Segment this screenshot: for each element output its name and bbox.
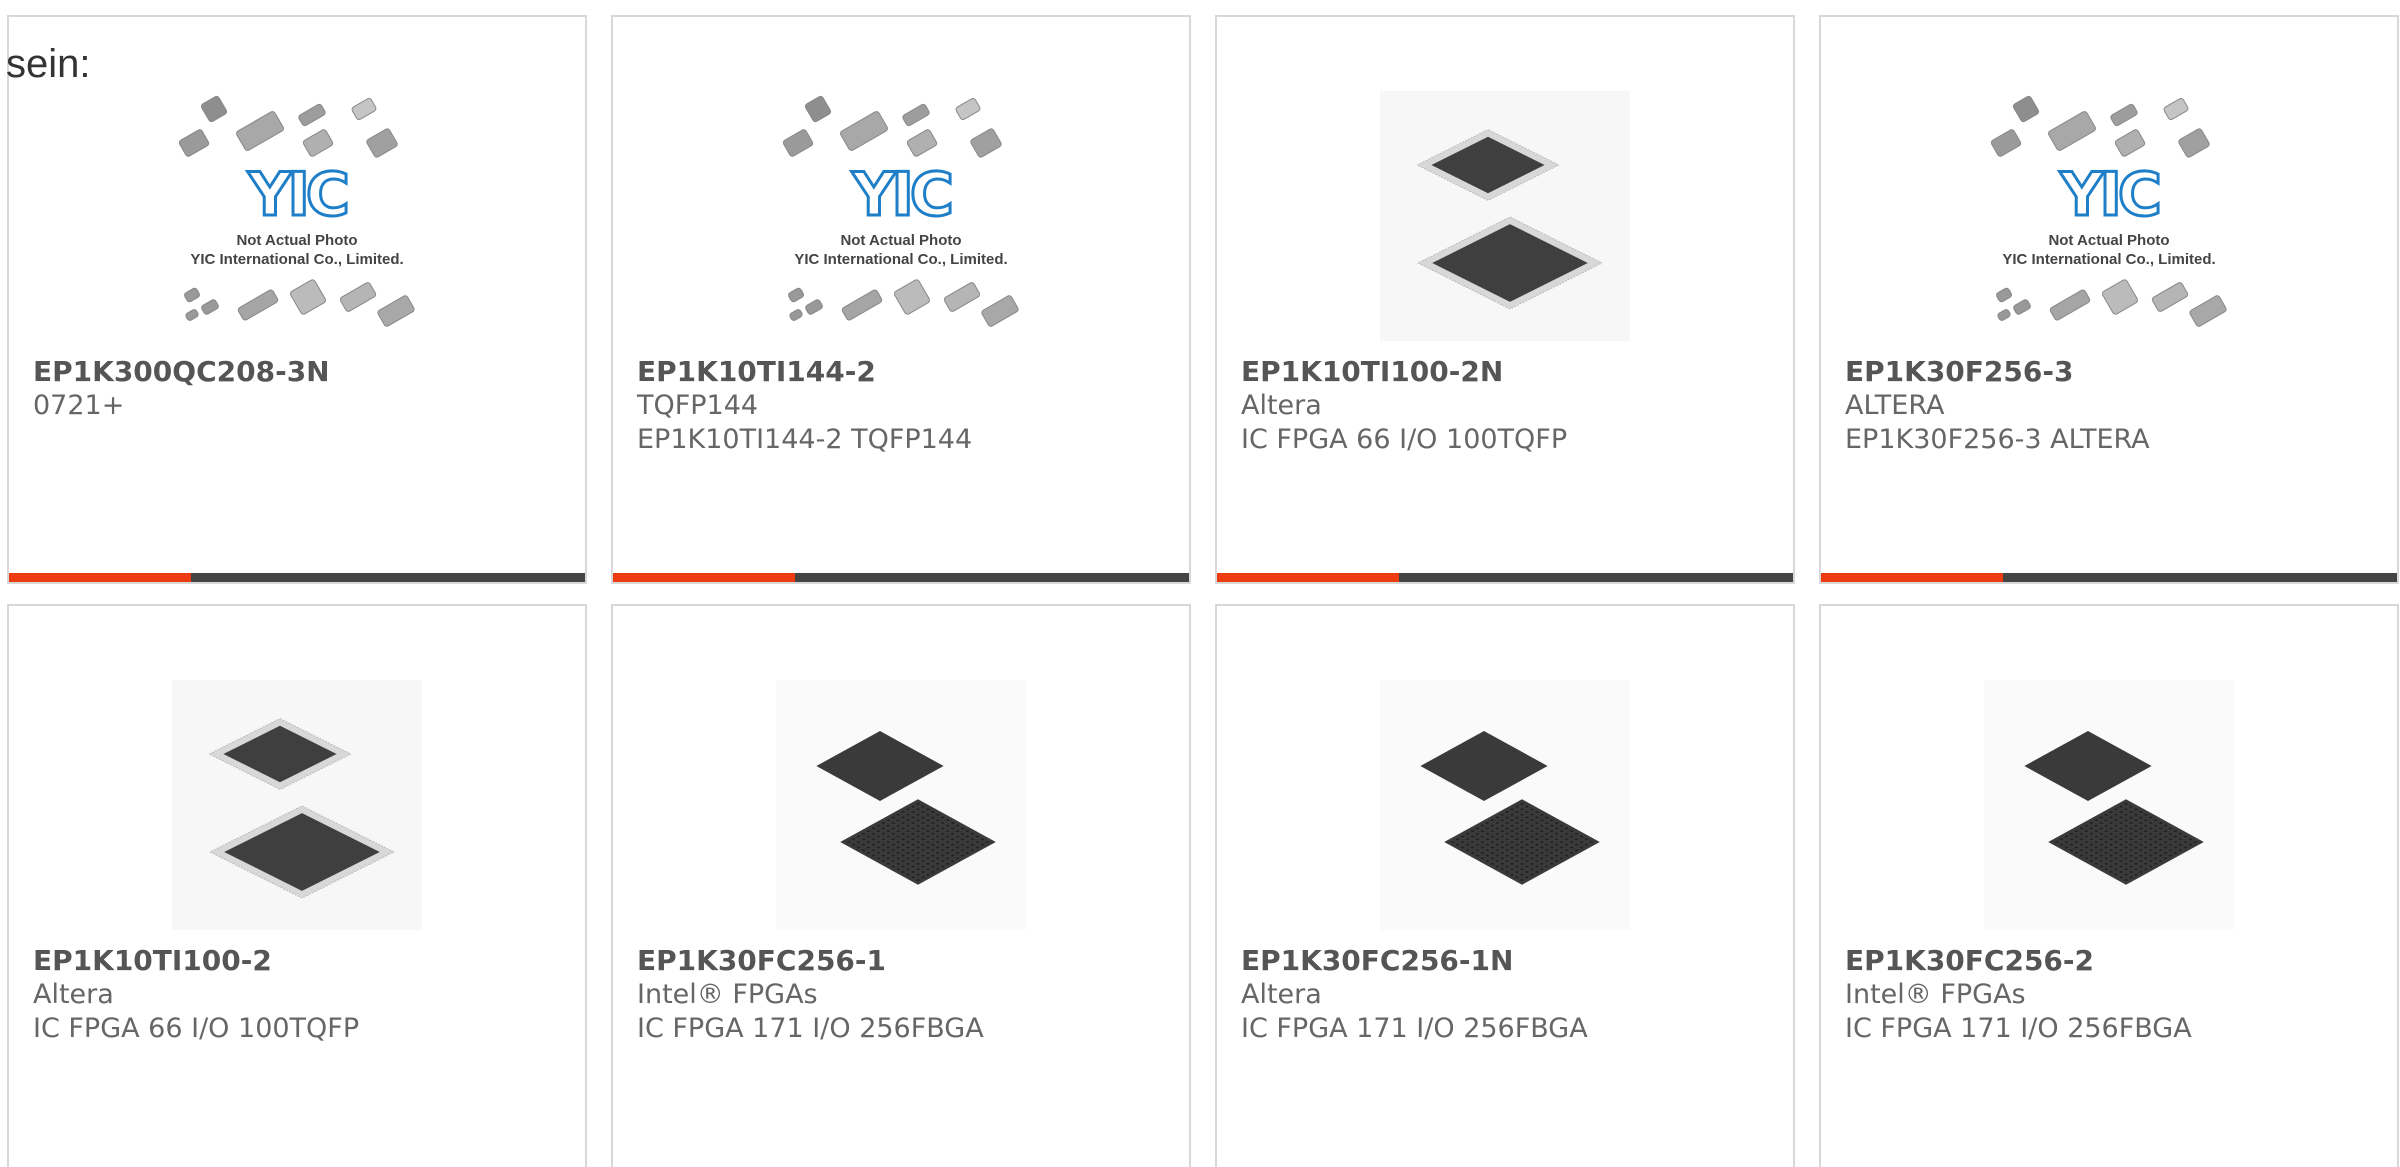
- product-card[interactable]: YIC Not Actual Photo YIC International C…: [1819, 15, 2399, 584]
- product-card[interactable]: EP1K10TI100-2 Altera IC FPGA 66 I/O 100T…: [7, 604, 587, 1167]
- tqfp-chip-image: [1370, 85, 1640, 349]
- card-bar-accent: [9, 573, 191, 582]
- part-number[interactable]: EP1K30FC256-1: [637, 944, 886, 978]
- product-detail-line-1: Altera: [1241, 979, 1322, 1010]
- product-detail-line-1: 0721+: [33, 390, 125, 421]
- product-detail-line-2: IC FPGA 171 I/O 256FBGA: [637, 1013, 984, 1044]
- product-detail-line-1: ALTERA: [1845, 390, 1945, 421]
- product-card[interactable]: EP1K30FC256-2 Intel® FPGAs IC FPGA 171 I…: [1819, 604, 2399, 1167]
- card-bar-accent: [613, 573, 795, 582]
- svg-text:YIC: YIC: [2059, 160, 2159, 230]
- bga-chip-graphic: [1380, 680, 1630, 930]
- card-bottom-bar: [9, 573, 585, 582]
- svg-text:Not Actual Photo: Not Actual Photo: [840, 232, 961, 249]
- part-number[interactable]: EP1K10TI100-2: [33, 944, 272, 978]
- part-number[interactable]: EP1K30FC256-1N: [1241, 944, 1513, 978]
- card-bar-accent: [1217, 573, 1399, 582]
- tqfp-chip-graphic: [1380, 91, 1630, 341]
- bga-chip-graphic: [776, 680, 1026, 930]
- product-detail-line-2: IC FPGA 66 I/O 100TQFP: [1241, 424, 1568, 455]
- placeholder-logo-image: YIC Not Actual Photo YIC International C…: [766, 85, 1036, 349]
- product-card[interactable]: EP1K30FC256-1 Intel® FPGAs IC FPGA 171 I…: [611, 604, 1191, 1167]
- product-card[interactable]: EP1K10TI100-2N Altera IC FPGA 66 I/O 100…: [1215, 15, 1795, 584]
- card-bottom-bar: [1821, 573, 2397, 582]
- tqfp-chip-image: [162, 674, 432, 938]
- placeholder-logo-graphic: YIC Not Actual Photo YIC International C…: [178, 95, 415, 327]
- placeholder-logo-image: YIC Not Actual Photo YIC International C…: [1974, 85, 2244, 349]
- product-detail-line-1: TQFP144: [637, 390, 759, 421]
- product-detail-line-2: EP1K30F256-3 ALTERA: [1845, 424, 2150, 455]
- placeholder-logo-graphic: YIC Not Actual Photo YIC International C…: [1990, 95, 2227, 327]
- product-detail-line-2: EP1K10TI144-2 TQFP144: [637, 424, 973, 455]
- part-number[interactable]: EP1K10TI144-2: [637, 355, 876, 389]
- part-number[interactable]: EP1K300QC208-3N: [33, 355, 330, 389]
- product-card[interactable]: YIC Not Actual Photo YIC International C…: [7, 15, 587, 584]
- card-bottom-bar: [1217, 573, 1793, 582]
- placeholder-logo-image: YIC Not Actual Photo YIC International C…: [162, 85, 432, 349]
- intro-text: sein:: [6, 42, 91, 86]
- svg-text:Not Actual Photo: Not Actual Photo: [236, 232, 357, 249]
- part-number[interactable]: EP1K30FC256-2: [1845, 944, 2094, 978]
- svg-text:YIC: YIC: [851, 160, 951, 230]
- product-detail-line-2: IC FPGA 171 I/O 256FBGA: [1241, 1013, 1588, 1044]
- bga-chip-graphic: [1984, 680, 2234, 930]
- product-grid: YIC Not Actual Photo YIC International C…: [7, 15, 2400, 1167]
- product-card[interactable]: YIC Not Actual Photo YIC International C…: [611, 15, 1191, 584]
- card-bar-accent: [1821, 573, 2003, 582]
- product-detail-line-1: Altera: [33, 979, 114, 1010]
- bga-chip-image: [1974, 674, 2244, 938]
- svg-text:YIC International Co., Limited: YIC International Co., Limited.: [2002, 251, 2215, 268]
- part-number[interactable]: EP1K30F256-3: [1845, 355, 2073, 389]
- product-detail-line-1: Altera: [1241, 390, 1322, 421]
- part-number[interactable]: EP1K10TI100-2N: [1241, 355, 1503, 389]
- svg-text:YIC: YIC: [247, 160, 347, 230]
- svg-text:Not Actual Photo: Not Actual Photo: [2048, 232, 2169, 249]
- svg-text:YIC International Co., Limited: YIC International Co., Limited.: [794, 251, 1007, 268]
- product-detail-line-1: Intel® FPGAs: [1845, 979, 2026, 1010]
- card-bottom-bar: [613, 573, 1189, 582]
- product-detail-line-2: IC FPGA 66 I/O 100TQFP: [33, 1013, 360, 1044]
- product-detail-line-2: IC FPGA 171 I/O 256FBGA: [1845, 1013, 2192, 1044]
- bga-chip-image: [1370, 674, 1640, 938]
- placeholder-logo-graphic: YIC Not Actual Photo YIC International C…: [782, 95, 1019, 327]
- product-listing-page: sein: YIC Not Actual Photo YIC Internati…: [0, 0, 2400, 1167]
- tqfp-chip-graphic: [172, 680, 422, 930]
- svg-text:YIC International Co., Limited: YIC International Co., Limited.: [190, 251, 403, 268]
- bga-chip-image: [766, 674, 1036, 938]
- product-detail-line-1: Intel® FPGAs: [637, 979, 818, 1010]
- product-card[interactable]: EP1K30FC256-1N Altera IC FPGA 171 I/O 25…: [1215, 604, 1795, 1167]
